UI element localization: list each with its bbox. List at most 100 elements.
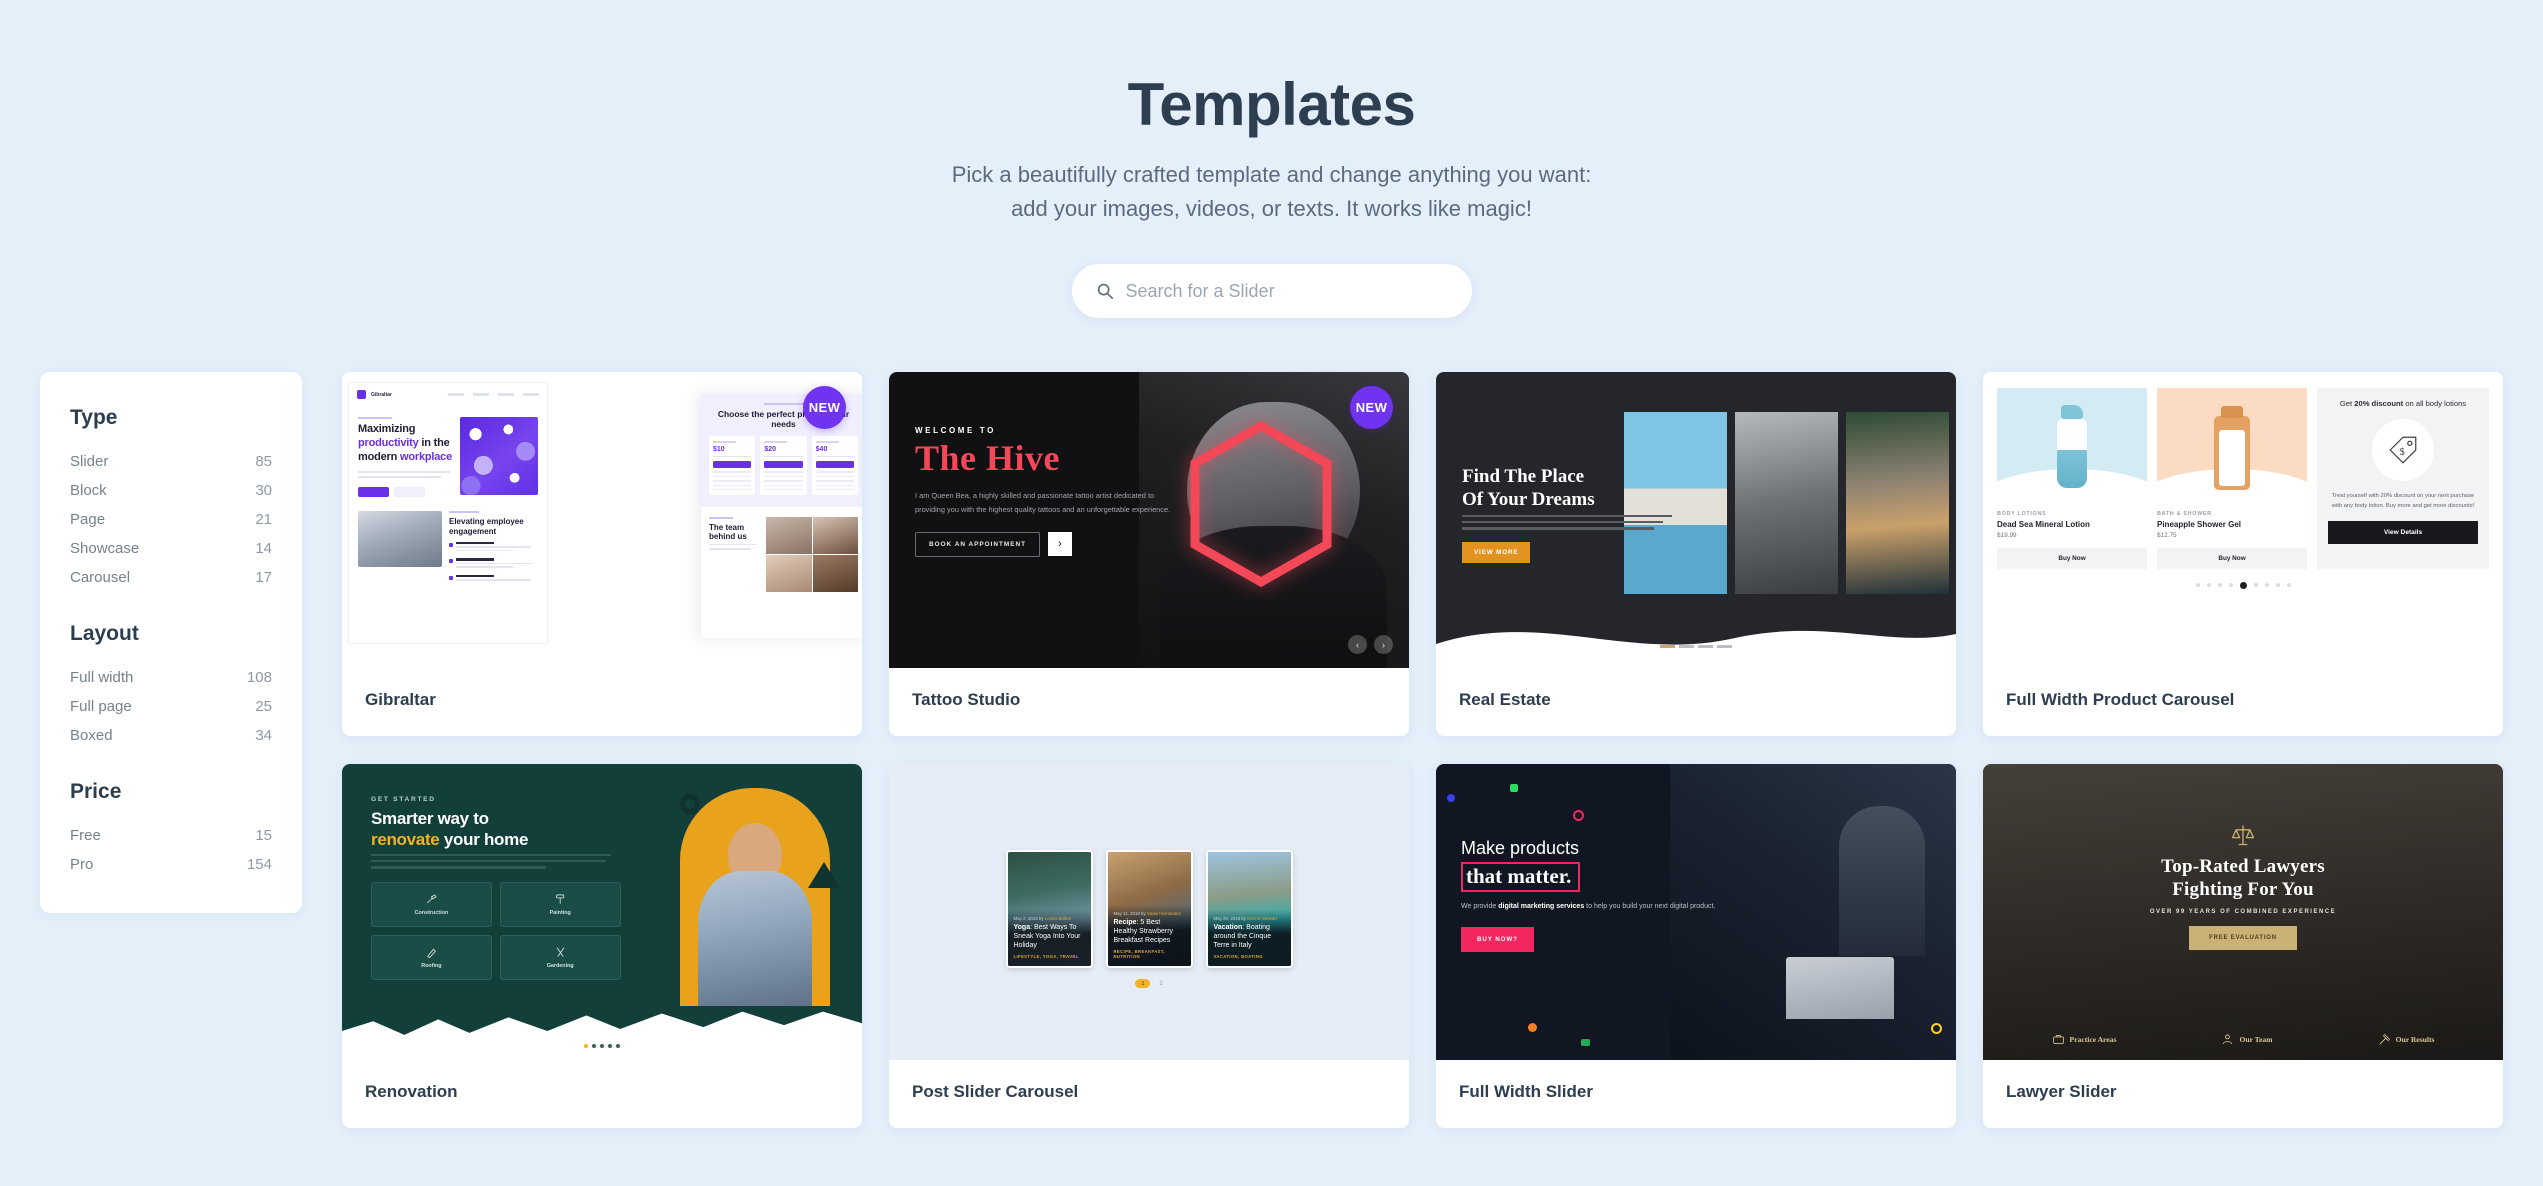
post-date: May 26, 2018 by [1213,915,1248,921]
service-tile-gardening: Gardening [499,934,621,980]
body-part-1: We provide [1461,902,1499,910]
preview-post-row: May 2, 2018 by Letizia Bolton Yoga: Best… [1005,850,1293,969]
template-card-tattoo-studio[interactable]: NEW WELCOME TO The Hive I am Queen Bea, … [889,372,1409,737]
slider-dot-active [584,1044,588,1049]
template-thumbnail[interactable]: NEW WELCOME TO The Hive I am Queen Bea, … [889,372,1409,669]
filter-count: 34 [255,727,272,745]
filter-item-block[interactable]: Block 30 [70,476,272,505]
template-thumbnail[interactable]: Find The Place Of Your Dreams VIEW MORE [1436,372,1956,669]
preview-promo-panel: Get 20% discount on all body lotions $ T… [2317,388,2489,570]
preview-feature-item [449,574,538,583]
filter-group-title: Price [70,780,122,804]
template-card-real-estate[interactable]: Find The Place Of Your Dreams VIEW MORE [1436,372,1956,737]
template-thumbnail[interactable]: BODY LOTIONS Dead Sea Mineral Lotion $19… [1983,372,2503,669]
promo-heading: Get 20% discount on all body lotions [2328,398,2478,410]
decor-ring [680,794,700,815]
preview-team-photos [766,517,858,593]
filter-count: 108 [246,669,272,687]
filter-count: 15 [255,827,272,845]
filter-group-type: Type Slider 85 Block 30 Page 21 Showcase… [70,406,272,592]
preview-cta-button: BUY NOW? [1461,927,1534,953]
decor-dot-green [1510,784,1518,793]
template-grid: NEW Gibraltar Maximizing productivity in… [342,372,2503,1129]
slider-dot [1698,645,1713,649]
preview-slider-dots [1660,645,1732,649]
template-card-lawyer-slider[interactable]: Top-Rated Lawyers Fighting For You OVER … [1983,764,2503,1129]
gavel-icon [2379,1034,2390,1045]
post-title: Vacation: Boating around the Cinque Terr… [1214,923,1285,950]
product-buy-button: Buy Now [2157,548,2307,570]
headline-line-2: Fighting For You [2172,878,2314,900]
filter-count: 30 [255,482,272,500]
filter-item-carousel[interactable]: Carousel 17 [70,563,272,592]
filter-group-title: Layout [70,622,139,646]
preview-headline: Find The Place Of Your Dreams [1462,466,1680,511]
template-card-full-width-slider[interactable]: Make products that matter. We provide di… [1436,764,1956,1129]
search-input[interactable] [1125,280,1448,302]
product-category: BATH & SHOWER [2157,511,2212,518]
promo-suffix: on all body lotions [2403,399,2467,409]
filter-item-pro[interactable]: Pro 154 [70,850,272,879]
page-subtitle: Pick a beautifully crafted template and … [0,158,2543,226]
template-thumbnail[interactable]: Top-Rated Lawyers Fighting For You OVER … [1983,764,2503,1061]
decor-dot-green-2 [1581,1039,1590,1047]
headline-line-3: modern [358,450,400,463]
preview-section-heading: Elevating employee engagement [449,516,524,536]
next-arrow-icon: › [1374,635,1393,655]
preview-plan-list: $10 $20 $40 [709,436,858,496]
preview-text-block: Top-Rated Lawyers Fighting For You OVER … [1983,764,2503,1060]
filter-label: Free [70,827,101,845]
template-card-full-width-product-carousel[interactable]: BODY LOTIONS Dead Sea Mineral Lotion $19… [1983,372,2503,737]
filter-item-page[interactable]: Page 21 [70,505,272,534]
template-name: Lawyer Slider [2006,1082,2117,1102]
shower-gel-bottle-icon [2214,406,2250,491]
post-date: May 11, 2018 by [1113,910,1147,916]
post-overlay: May 11, 2018 by Sadie Hernandez Recipe: … [1107,904,1191,967]
slider-dot [2286,583,2291,588]
headline-line-1: Smarter way to [371,809,489,829]
content-area: Type Slider 85 Block 30 Page 21 Showcase… [0,318,2543,1129]
slider-dot [1717,645,1732,649]
preview-actions: BOOK AN APPOINTMENT › [915,531,1185,557]
search-area [0,264,2543,319]
plan-price: $10 [713,445,725,453]
filter-item-slider[interactable]: Slider 85 [70,447,272,476]
template-thumbnail[interactable]: GET STARTED Smarter way to renovate your… [342,764,862,1061]
logo-icon [357,390,366,400]
filter-item-free[interactable]: Free 15 [70,821,272,850]
decor-dot-orange [1528,1023,1537,1033]
preview-text-block: Find The Place Of Your Dreams VIEW MORE [1462,466,1680,563]
preview-headline-highlight: that matter. [1461,861,1581,892]
card-footer: Full Width Product Carousel [1983,668,2503,736]
property-photo [1735,412,1838,595]
preview-body-text [371,853,621,869]
search-icon [1097,283,1113,300]
template-card-renovation[interactable]: GET STARTED Smarter way to renovate your… [342,764,862,1129]
preview-body-text: We provide digital marketing services to… [1461,901,1752,913]
headline-line-2-rest: in the [418,437,450,450]
search-box[interactable] [1071,264,1472,319]
filter-item-full-page[interactable]: Full page 25 [70,692,272,721]
preview-cta-button: BOOK AN APPOINTMENT [915,531,1040,557]
template-card-gibraltar[interactable]: NEW Gibraltar Maximizing productivity in… [342,372,862,737]
post-overlay: May 2, 2018 by Letizia Bolton Yoga: Best… [1007,909,1091,967]
preview-headline: Smarter way to renovate your home [371,809,621,850]
new-badge: NEW [803,386,846,430]
filter-item-showcase[interactable]: Showcase 14 [70,534,272,563]
template-card-post-slider-carousel[interactable]: May 2, 2018 by Letizia Bolton Yoga: Best… [889,764,1409,1129]
price-tag-icon: $ [2389,436,2417,464]
headline-line-2: Of Your Dreams [1462,488,1595,510]
template-thumbnail[interactable]: NEW Gibraltar Maximizing productivity in… [342,372,862,669]
brush-icon [427,948,436,958]
card-footer: Tattoo Studio [889,668,1409,736]
headline-line-1: Find The Place [1462,466,1585,488]
filter-item-boxed[interactable]: Boxed 34 [70,721,272,750]
preview-product: BODY LOTIONS Dead Sea Mineral Lotion $19… [1997,388,2147,570]
filter-item-full-width[interactable]: Full width 108 [70,663,272,692]
preview-headline: The Hive [915,438,1060,479]
template-thumbnail[interactable]: Make products that matter. We provide di… [1436,764,1956,1061]
people-icon [2223,1034,2233,1045]
slider-dot [1660,645,1675,649]
plan-price: $40 [815,445,828,453]
template-thumbnail[interactable]: May 2, 2018 by Letizia Bolton Yoga: Best… [889,764,1409,1061]
